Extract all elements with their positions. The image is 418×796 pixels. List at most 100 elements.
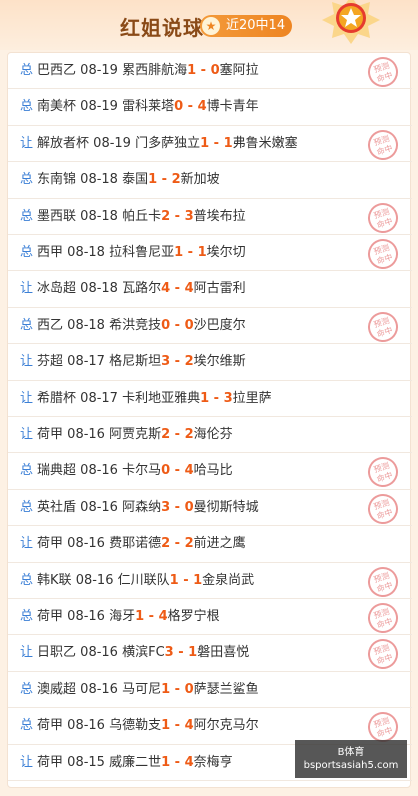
league: 巴西乙: [37, 63, 77, 78]
away-score: 1: [188, 645, 198, 661]
list-item[interactable]: 总瑞典超 08-16 卡尔马0 - 4哈马比 预测 命中: [8, 453, 412, 492]
match-line: 总荷甲 08-16 乌德勒支1 - 4阿尔克马尔: [20, 708, 259, 744]
list-item[interactable]: 总澳威超 08-16 马可尼1 - 0萨瑟兰鲨鱼: [8, 672, 412, 709]
home-score: 3: [161, 354, 171, 370]
away-team: 阿古雷利: [193, 281, 246, 297]
list-item[interactable]: 总韩K联 08-16 仁川联队1 - 1金泉尚武 预测 命中: [8, 562, 412, 601]
bet-type: 总: [20, 572, 34, 588]
match-date: 08-16: [67, 427, 105, 442]
bet-type: 总: [20, 245, 34, 260]
away-team: 金泉尚武: [202, 572, 255, 588]
away-team: 埃尔切: [206, 245, 246, 260]
hit-stamp-icon: 预测 命中: [364, 235, 402, 273]
home-score: 1: [161, 681, 171, 697]
home-score: 3: [164, 645, 174, 661]
home-team: 希洪竞技: [109, 317, 162, 333]
list-item[interactable]: 让日职乙 08-16 横滨FC3 - 1磐田喜悦 预测 命中: [8, 635, 412, 674]
list-item[interactable]: 让芬超 08-17 格尼斯坦3 - 2埃尔维斯: [8, 344, 412, 381]
home-team: 乌德勒支: [109, 718, 162, 734]
home-team: 仁川联队: [117, 572, 170, 588]
hit-stamp-icon: 预测 命中: [364, 53, 402, 91]
away-team: 阿尔克马尔: [193, 718, 259, 734]
away-team: 新加坡: [180, 172, 220, 188]
away-score: 1: [223, 135, 233, 151]
bet-type: 总: [20, 99, 34, 115]
hit-stamp-icon: 预测 命中: [364, 599, 402, 637]
away-score: 0: [184, 499, 194, 515]
list-item[interactable]: 让解放者杯 08-19 门多萨独立1 - 1弗鲁米嫩塞 预测 命中: [8, 125, 412, 164]
match-line: 总墨西联 08-18 帕丘卡2 - 3普埃布拉: [20, 199, 246, 235]
home-score: 3: [161, 499, 171, 515]
bet-type: 让: [20, 536, 34, 552]
match-date: 08-16: [80, 681, 118, 697]
home-score: 0: [161, 317, 171, 333]
match-date: 08-16: [67, 536, 105, 552]
bet-type: 总: [20, 499, 34, 515]
list-item[interactable]: 总墨西联 08-18 帕丘卡2 - 3普埃布拉 预测 命中: [8, 198, 412, 237]
home-score: 1: [148, 172, 158, 188]
hit-stamp-icon: 预测 命中: [364, 453, 402, 492]
match-line: 让荷甲 08-15 威廉二世1 - 4奈梅亨: [20, 745, 233, 781]
away-team: 格罗宁根: [167, 609, 220, 624]
match-line: 总韩K联 08-16 仁川联队1 - 1金泉尚武: [20, 563, 254, 599]
home-score: 1: [200, 390, 210, 406]
match-date: 08-16: [67, 718, 105, 734]
bet-type: 总: [20, 317, 34, 333]
home-team: 卡利地亚雅典: [122, 390, 201, 406]
score-separator: -: [170, 317, 185, 333]
list-item[interactable]: 总西甲 08-18 拉科鲁尼亚1 - 1埃尔切 预测 命中: [8, 235, 412, 273]
away-score: 4: [184, 281, 194, 297]
bet-type: 让: [20, 281, 34, 297]
watermark-line1: B体育: [337, 747, 365, 758]
away-score: 0: [184, 317, 194, 333]
match-date: 08-18: [67, 317, 105, 333]
home-score: 1: [200, 135, 210, 151]
away-team: 普埃布拉: [193, 208, 246, 224]
score-separator: -: [170, 536, 185, 552]
league: 南美杯: [37, 99, 77, 115]
away-team: 塞阿拉: [219, 63, 259, 78]
away-team: 曼彻斯特城: [193, 499, 259, 515]
score-separator: -: [183, 245, 198, 260]
match-date: 08-15: [67, 754, 105, 770]
hit-stamp-icon: 预测 命中: [364, 562, 402, 601]
away-score: 4: [184, 463, 194, 479]
score-separator: -: [170, 427, 185, 442]
match-line: 总荷甲 08-16 海牙1 - 4格罗宁根: [20, 599, 220, 635]
home-team: 费耶诺德: [109, 536, 162, 552]
home-team: 累西腓航海: [122, 63, 188, 78]
away-team: 前进之鹰: [193, 536, 246, 552]
away-score: 3: [223, 390, 233, 406]
page-title: 红姐说球: [120, 16, 204, 40]
match-date: 08-16: [67, 609, 105, 624]
list-item[interactable]: 总南美杯 08-19 雷科莱塔0 - 4博卡青年: [8, 89, 412, 126]
home-team: 海牙: [109, 609, 136, 624]
away-score: 4: [197, 99, 207, 115]
home-score: 0: [174, 99, 184, 115]
home-score: 1: [169, 572, 179, 588]
match-date: 08-18: [80, 208, 118, 224]
away-team: 沙巴度尔: [193, 317, 246, 333]
list-item[interactable]: 总巴西乙 08-19 累西腓航海1 - 0塞阿拉 预测 命中: [8, 53, 412, 91]
score-separator: -: [196, 63, 211, 78]
list-item[interactable]: 总荷甲 08-16 海牙1 - 4格罗宁根 预测 命中: [8, 599, 412, 637]
list-item[interactable]: 总英社盾 08-16 阿森纳3 - 0曼彻斯特城 预测 命中: [8, 489, 412, 528]
league: 东南锦: [37, 172, 77, 188]
home-team: 泰国: [122, 172, 149, 188]
bet-type: 总: [20, 718, 34, 734]
score-separator: -: [170, 499, 185, 515]
away-team: 埃尔维斯: [193, 354, 246, 370]
bet-type: 总: [20, 609, 34, 624]
list-item[interactable]: 总西乙 08-18 希洪竞技0 - 0沙巴度尔 预测 命中: [8, 307, 412, 346]
hit-stamp-icon: 预测 命中: [364, 198, 402, 237]
list-item[interactable]: 让希腊杯 08-17 卡利地亚雅典1 - 3拉里萨: [8, 381, 412, 417]
away-score: 0: [210, 63, 220, 78]
away-score: 3: [184, 208, 194, 224]
score-separator: -: [173, 645, 189, 661]
away-score: 1: [193, 572, 203, 588]
list-item[interactable]: 让冰岛超 08-18 瓦路尔4 - 4阿古雷利: [8, 271, 412, 308]
list-item[interactable]: 总东南锦 08-18 泰国1 - 2新加坡: [8, 162, 412, 199]
score-separator: -: [170, 681, 185, 697]
list-item[interactable]: 让荷甲 08-16 费耶诺德2 - 2前进之鹰: [8, 526, 412, 563]
list-item[interactable]: 让荷甲 08-16 阿贾克斯2 - 2海伦芬: [8, 417, 412, 454]
